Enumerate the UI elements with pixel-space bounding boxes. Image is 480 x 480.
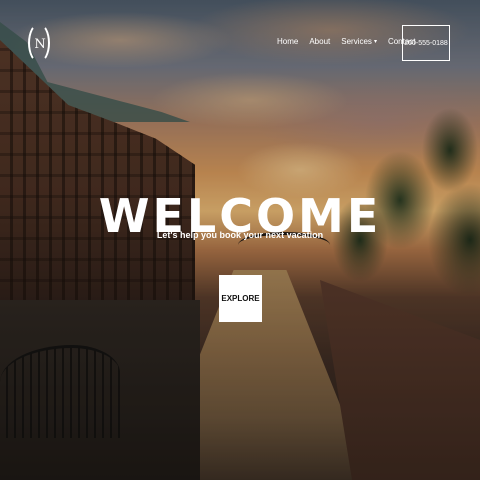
nav-item-services[interactable]: Services ▾	[341, 37, 377, 46]
nav-item-label: Services	[341, 37, 372, 46]
nav-item-about[interactable]: About	[309, 37, 330, 46]
explore-button-label: EXPLORE	[221, 294, 260, 303]
chevron-down-icon: ▾	[373, 39, 377, 45]
logo-letter: N	[34, 36, 46, 52]
nav-item-label: Home	[277, 37, 299, 46]
logo[interactable]: N	[27, 22, 53, 66]
main-nav: Home About Services ▾ Contact	[277, 37, 416, 46]
explore-button[interactable]: EXPLORE	[219, 275, 262, 322]
hero-subtitle: Let's help you book your next vacation	[156, 230, 324, 240]
nav-item-home[interactable]: Home	[277, 37, 298, 46]
nav-item-label: About	[309, 37, 331, 46]
phone-button[interactable]: 200-555-0188	[402, 25, 450, 61]
phone-number: 200-555-0188	[404, 39, 448, 47]
